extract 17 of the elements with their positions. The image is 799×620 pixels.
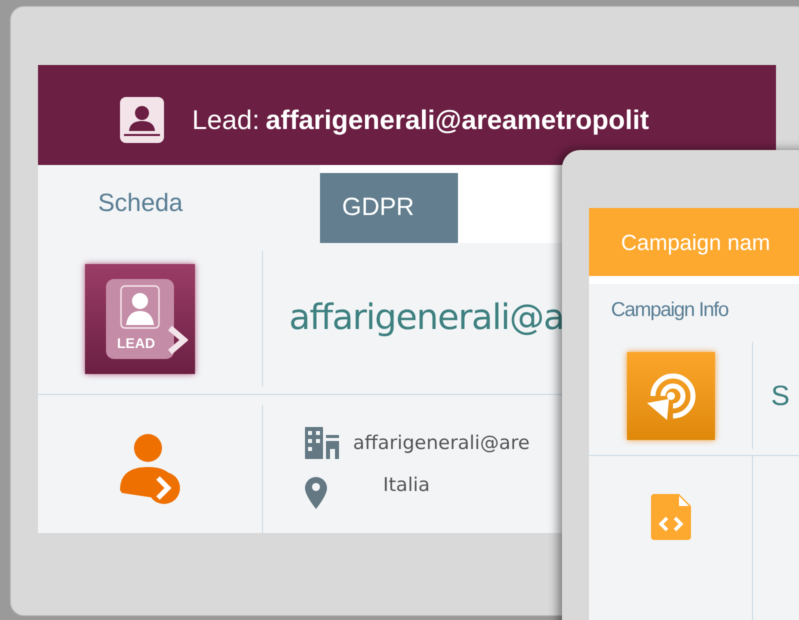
campaign-name: S <box>771 378 790 412</box>
country-text: Italia <box>383 473 430 498</box>
person-icon <box>120 284 160 328</box>
title-label: Lead: <box>192 104 260 137</box>
lead-name: affarigenerali@a <box>289 297 564 340</box>
tab[interactable]: GDPR <box>320 173 458 243</box>
company-text: affarigenerali@are <box>353 430 530 456</box>
chevron-icon <box>166 324 188 354</box>
window-title: Campaign nam <box>621 228 770 257</box>
tab[interactable]: Scheda <box>38 165 320 243</box>
badge-label: LEAD <box>116 334 156 352</box>
user-arrow-icon <box>118 433 182 505</box>
title-value: affarigenerali@areametropolit <box>266 104 650 137</box>
building-icon <box>305 427 339 459</box>
contact-card-icon <box>120 97 164 143</box>
location-pin-icon <box>305 477 327 509</box>
code-file-icon <box>650 494 690 540</box>
